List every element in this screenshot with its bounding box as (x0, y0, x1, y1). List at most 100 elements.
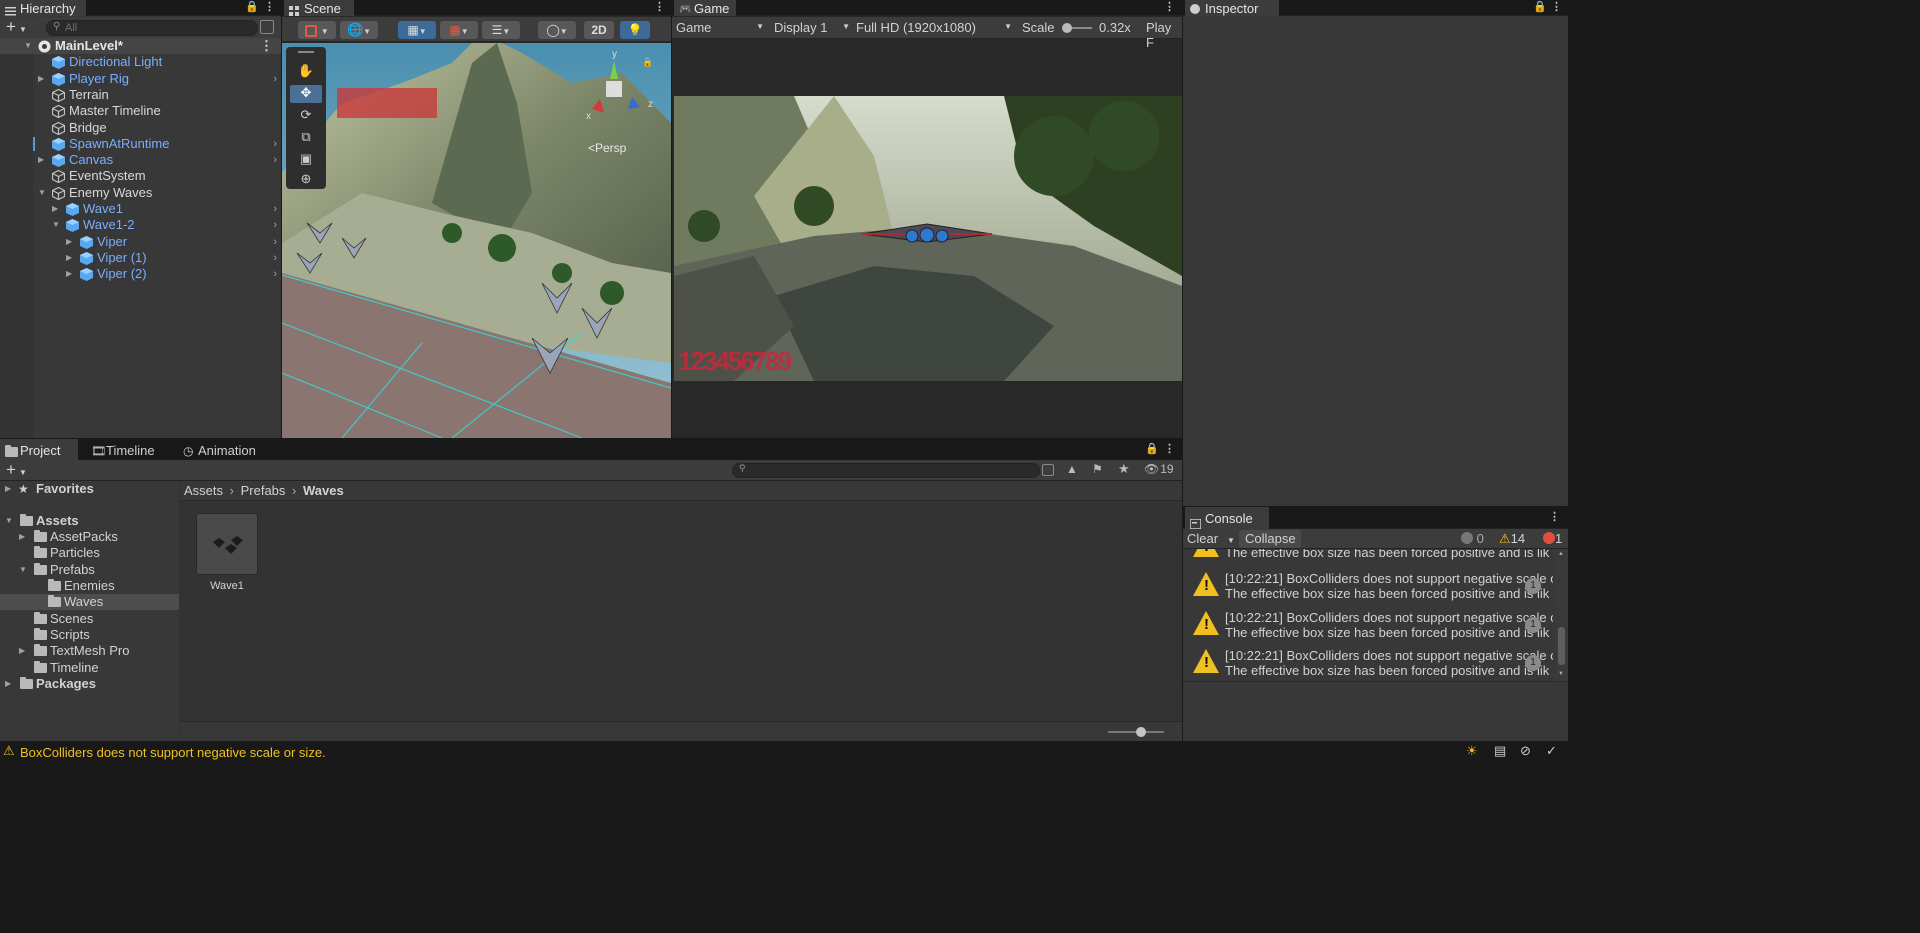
tab-inspector[interactable]: Inspector (1185, 0, 1279, 16)
project-folder-item[interactable]: Particles (0, 545, 179, 561)
add-object-button[interactable]: + ▼ (6, 17, 27, 37)
breadcrumb-waves[interactable]: Waves (303, 483, 344, 498)
tab-hierarchy[interactable]: Hierarchy (0, 0, 86, 16)
breadcrumb-prefabs[interactable]: Prefabs (241, 483, 286, 498)
status-message[interactable]: BoxColliders does not support negative s… (20, 745, 326, 760)
filter-by-type-icon[interactable]: ▲ (1066, 462, 1078, 476)
project-search-input[interactable]: ⚲ (732, 463, 1040, 478)
checkmark-icon[interactable]: ✓ (1546, 743, 1557, 759)
hidden-packages-toggle[interactable]: 👁19 (1144, 462, 1174, 476)
project-folder-item[interactable]: Enemies (0, 578, 179, 594)
collapse-arrow-icon[interactable]: ▶ (5, 676, 15, 692)
game-viewport[interactable]: 123456789 (674, 96, 1182, 381)
console-scrollbar[interactable]: ▲ ▼ (1555, 549, 1568, 681)
more-options-icon[interactable]: ⋮ (1164, 442, 1175, 455)
hierarchy-item[interactable]: Directional Light (0, 54, 281, 70)
expand-arrow-icon[interactable]: ▼ (24, 38, 34, 54)
hand-tool-button[interactable]: ✋ (290, 63, 322, 81)
clear-button[interactable]: Clear (1187, 531, 1218, 546)
hierarchy-item[interactable]: ▶ Viper › (0, 234, 281, 250)
favorites-star-icon[interactable]: ★ (1118, 461, 1130, 477)
expand-arrow-icon[interactable]: ▼ (5, 513, 15, 529)
scale-slider[interactable] (1062, 23, 1092, 33)
tab-console[interactable]: Console (1185, 507, 1269, 530)
lock-icon[interactable]: 🔒 (1145, 442, 1159, 455)
lock-icon[interactable]: 🔒 (1533, 0, 1547, 13)
search-options-icon[interactable] (260, 20, 274, 34)
chevron-right-icon[interactable]: › (273, 136, 277, 152)
lighting-bake-icon[interactable]: ☀ (1466, 743, 1478, 759)
more-options-icon[interactable]: ⋮ (1551, 0, 1562, 13)
lock-icon[interactable]: 🔒 (245, 0, 259, 13)
move-tool-button[interactable]: ✥ (290, 85, 322, 103)
project-folder-item[interactable]: ▶ Packages (0, 676, 179, 692)
hierarchy-item[interactable]: Terrain (0, 87, 281, 103)
orientation-gizmo[interactable]: y x z 🔒 <Persp (582, 49, 662, 161)
transform-tool-button[interactable]: ⊕ (290, 171, 322, 189)
hierarchy-item[interactable]: ▶ Viper (2) › (0, 266, 281, 282)
hierarchy-item[interactable]: ▼ Enemy Waves (0, 185, 281, 201)
hierarchy-item[interactable]: ▶ Canvas › (0, 152, 281, 168)
collapse-toggle[interactable]: Collapse (1239, 530, 1301, 548)
hierarchy-item[interactable]: ▶ Viper (1) › (0, 250, 281, 266)
error-toggle[interactable]: 1 (1543, 531, 1562, 546)
grid-snap-dropdown[interactable]: ▦▼ (440, 21, 478, 39)
clear-options-dropdown[interactable]: ▼ (1227, 531, 1235, 546)
more-options-icon[interactable]: ⋮ (264, 0, 275, 13)
favorites-row[interactable]: ▶ ★ Favorites (0, 481, 179, 497)
persp-label[interactable]: <Persp (588, 141, 626, 155)
tab-game[interactable]: 🎮 Game (674, 0, 736, 16)
snap-toggle[interactable]: ▦▼ (398, 21, 436, 39)
project-folder-item[interactable]: ▶ AssetPacks (0, 529, 179, 545)
search-by-type-icon[interactable] (1042, 464, 1054, 476)
rotate-tool-button[interactable]: ⟳ (290, 107, 322, 125)
collapse-arrow-icon[interactable]: ▶ (66, 250, 76, 266)
chevron-right-icon[interactable]: › (273, 152, 277, 168)
hierarchy-item[interactable]: ▼ MainLevel* ⋮ (0, 38, 281, 54)
collapse-arrow-icon[interactable]: ▶ (66, 266, 76, 282)
expand-arrow-icon[interactable]: ▼ (38, 185, 48, 201)
breadcrumb-assets[interactable]: Assets (184, 483, 223, 498)
lighting-toggle[interactable]: 💡 (620, 21, 650, 39)
project-folder-item[interactable]: Timeline (0, 660, 179, 676)
asset-tile[interactable]: Wave1 (196, 513, 258, 593)
hierarchy-item[interactable]: Bridge (0, 120, 281, 136)
more-options-icon[interactable]: ⋮ (260, 38, 273, 54)
chevron-right-icon[interactable]: › (273, 266, 277, 282)
project-folder-item[interactable]: Scenes (0, 611, 179, 627)
network-off-icon[interactable]: ⊘ (1520, 743, 1531, 759)
resolution-dropdown[interactable]: Full HD (1920x1080) ▼ (856, 20, 1012, 35)
search-input[interactable]: ⚲ All (46, 20, 258, 36)
more-options-icon[interactable]: ⋮ (1549, 510, 1560, 523)
project-folder-item[interactable]: Waves (0, 594, 179, 610)
log-entry[interactable]: ! [10:22:21] BoxColliders does not suppor… (1183, 606, 1555, 644)
tab-timeline[interactable]: 🎞 Timeline (86, 439, 172, 461)
game-mode-dropdown[interactable]: Game ▼ (676, 20, 764, 35)
display-dropdown[interactable]: Display 1 ▼ (774, 20, 850, 35)
hierarchy-item[interactable]: SpawnAtRuntime › (0, 136, 281, 152)
hierarchy-item[interactable]: EventSystem (0, 168, 281, 184)
2d-toggle[interactable]: 2D (584, 21, 614, 39)
increment-snap-dropdown[interactable]: ☰▼ (482, 21, 520, 39)
more-options-icon[interactable]: ⋮ (1164, 0, 1175, 13)
scene-viewport[interactable]: ✋ ✥ ⟳ ⧉ ▣ ⊕ y x z 🔒 <Persp (282, 43, 671, 438)
collapse-arrow-icon[interactable]: ▶ (66, 234, 76, 250)
project-folder-item[interactable]: ▼ Assets (0, 513, 179, 529)
more-options-icon[interactable]: ⋮ (654, 0, 665, 13)
tab-scene[interactable]: Scene (284, 0, 354, 16)
log-entry-partial[interactable]: ! The effective box size has been forced… (1183, 549, 1555, 563)
create-asset-button[interactable]: + ▼ (6, 460, 27, 480)
hierarchy-item[interactable]: Master Timeline (0, 103, 281, 119)
hierarchy-item[interactable]: ▼ Wave1-2 › (0, 217, 281, 233)
project-folder-item[interactable]: Scripts (0, 627, 179, 643)
shading-dropdown[interactable]: ◯▼ (538, 21, 576, 39)
chevron-right-icon[interactable]: › (273, 71, 277, 87)
chevron-right-icon[interactable]: › (273, 234, 277, 250)
globe-dropdown[interactable]: 🌐▼ (340, 21, 378, 39)
expand-arrow-icon[interactable]: ▼ (52, 217, 62, 233)
chevron-right-icon[interactable]: › (273, 250, 277, 266)
gizmo-lock-icon[interactable]: 🔒 (642, 57, 653, 68)
rect-tool-button[interactable]: ▣ (290, 151, 322, 169)
tab-project[interactable]: Project (0, 439, 78, 461)
info-toggle[interactable]: 0 (1461, 531, 1484, 546)
